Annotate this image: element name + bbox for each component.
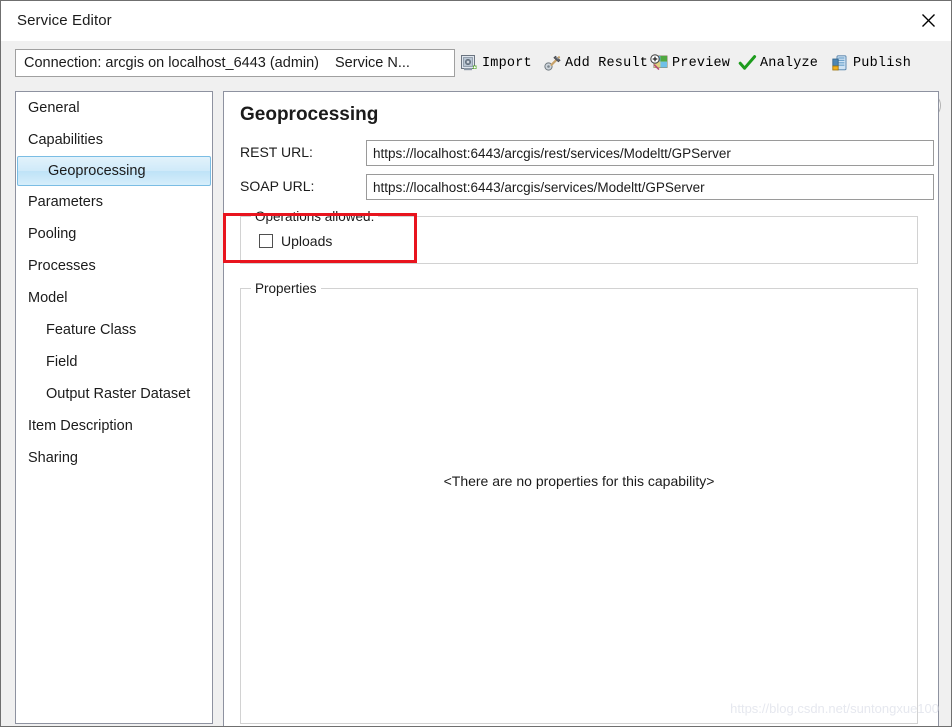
import-button-label: Import: [482, 55, 532, 71]
properties-legend: Properties: [251, 281, 321, 296]
sidebar-item-label: Capabilities: [28, 132, 103, 148]
sidebar-item-processes[interactable]: Processes: [16, 250, 212, 282]
soap-url-label: SOAP URL:: [240, 178, 315, 194]
sidebar-item-field[interactable]: Field: [16, 346, 212, 378]
watermark-text: https://blog.csdn.net/suntongxue100: [730, 701, 939, 716]
sidebar-item-label: General: [28, 100, 80, 116]
add-result-button[interactable]: Add Result: [543, 50, 648, 76]
sidebar-item-pooling[interactable]: Pooling: [16, 218, 212, 250]
sidebar-item-general[interactable]: General: [16, 92, 212, 124]
uploads-checkbox-label: Uploads: [281, 233, 333, 249]
sidebar-item-label: Item Description: [28, 418, 133, 434]
sidebar-item-parameters[interactable]: Parameters: [16, 186, 212, 218]
analyze-check-icon: [738, 54, 757, 73]
title-bar: Service Editor: [1, 1, 951, 42]
operations-allowed-legend: Operations allowed:: [251, 209, 379, 224]
sidebar-item-sharing[interactable]: Sharing: [16, 442, 212, 474]
service-editor-window: Service Editor Connection: arcgis on loc…: [0, 0, 952, 727]
close-icon[interactable]: [905, 1, 951, 40]
import-button[interactable]: Import: [460, 50, 532, 76]
uploads-checkbox-row[interactable]: Uploads: [259, 233, 332, 249]
connection-field[interactable]: Connection: arcgis on localhost_6443 (ad…: [15, 49, 455, 77]
sidebar-item-label: Processes: [28, 258, 96, 274]
add-result-button-label: Add Result: [565, 55, 649, 71]
analyze-button-label: Analyze: [760, 55, 819, 71]
rest-url-row: REST URL: https://localhost:6443/arcgis/…: [240, 140, 934, 166]
sidebar-item-model[interactable]: Model: [16, 282, 212, 314]
sidebar-item-label: Geoprocessing: [48, 163, 146, 179]
sidebar-item-label: Parameters: [28, 194, 103, 210]
preview-icon: [650, 53, 669, 73]
soap-url-field[interactable]: https://localhost:6443/arcgis/services/M…: [366, 174, 934, 200]
sidebar-item-label: Output Raster Dataset: [46, 386, 191, 402]
soap-url-row: SOAP URL: https://localhost:6443/arcgis/…: [240, 174, 934, 200]
add-result-icon: [543, 54, 562, 73]
preview-button-label: Preview: [672, 55, 731, 71]
rest-url-value: https://localhost:6443/arcgis/rest/servi…: [373, 145, 731, 161]
publish-button[interactable]: Publish: [831, 50, 911, 76]
properties-group: Properties <There are no properties for …: [240, 281, 918, 724]
window-title: Service Editor: [17, 12, 112, 29]
operations-allowed-group: Operations allowed: Uploads: [240, 209, 918, 264]
sidebar-item-label: Feature Class: [46, 322, 137, 338]
import-icon: [460, 54, 479, 73]
sidebar-item-label: Model: [28, 290, 68, 306]
uploads-checkbox[interactable]: [259, 234, 273, 248]
sidebar-item-label: Pooling: [28, 226, 77, 242]
service-name-label: Service N...: [335, 55, 410, 71]
properties-empty-message: <There are no properties for this capabi…: [443, 473, 715, 489]
connection-label: Connection: arcgis on localhost_6443 (ad…: [24, 55, 320, 71]
sidebar-item-feature-class[interactable]: Feature Class: [16, 314, 212, 346]
main-content-panel: Geoprocessing REST URL: https://localhos…: [223, 91, 939, 726]
sidebar-item-label: Field: [46, 354, 78, 370]
rest-url-label: REST URL:: [240, 144, 313, 160]
sidebar-item-label: Sharing: [28, 450, 78, 466]
navigation-sidebar: General Capabilities Geoprocessing Param…: [15, 91, 213, 724]
sidebar-item-output-raster-dataset[interactable]: Output Raster Dataset: [16, 378, 212, 410]
rest-url-field[interactable]: https://localhost:6443/arcgis/rest/servi…: [366, 140, 934, 166]
analyze-button[interactable]: Analyze: [738, 50, 818, 76]
preview-button[interactable]: Preview: [650, 50, 730, 76]
soap-url-value: https://localhost:6443/arcgis/services/M…: [373, 179, 705, 195]
sidebar-item-capabilities[interactable]: Capabilities: [16, 124, 212, 156]
sidebar-item-item-description[interactable]: Item Description: [16, 410, 212, 442]
sidebar-item-geoprocessing[interactable]: Geoprocessing: [17, 156, 211, 186]
publish-button-label: Publish: [853, 55, 912, 71]
toolbar: Connection: arcgis on localhost_6443 (ad…: [1, 41, 951, 119]
publish-icon: [831, 54, 850, 73]
page-title: Geoprocessing: [240, 104, 379, 125]
